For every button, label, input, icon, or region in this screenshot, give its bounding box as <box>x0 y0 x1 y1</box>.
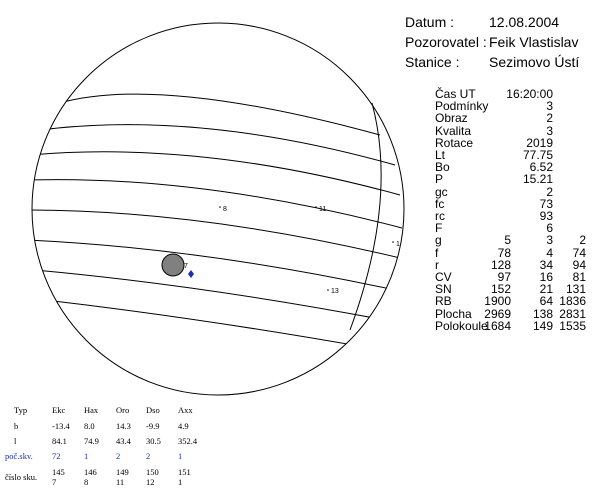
table-cell: 14.3 <box>116 421 131 431</box>
table-cell: -13.4 <box>52 421 70 431</box>
table-cell: -9.9 <box>146 421 160 431</box>
table-cell: 149 <box>116 467 129 477</box>
table-cell: 84.1 <box>52 436 67 446</box>
edge-dot <box>392 241 394 243</box>
solar-disk-outline <box>31 22 405 396</box>
observer-label: Pozorovatel : <box>405 34 487 50</box>
edge-marker-label: 1 <box>396 241 400 248</box>
table-row-label: poč.skv. <box>5 451 33 461</box>
table-cell: 8 <box>84 477 89 487</box>
table-header: Dso <box>146 405 160 415</box>
table-header: Oro <box>116 405 130 415</box>
station-label: Stanice : <box>405 54 460 70</box>
table-header: Axx <box>178 405 193 415</box>
table-cell: 4.9 <box>178 421 189 431</box>
table-cell: 2 <box>116 451 121 461</box>
table-cell: 352.4 <box>178 436 198 446</box>
table-cell: 151 <box>178 467 191 477</box>
table-cell: 2 <box>146 451 151 461</box>
group-label: 7 <box>184 263 188 270</box>
group-dot <box>315 206 317 208</box>
table-row-label: číslo sku. <box>5 472 38 482</box>
station-value: Sezimovo Ústí <box>489 54 580 70</box>
table-row-label: l <box>14 436 17 446</box>
observer-value: Feik Vlastislav <box>489 34 579 50</box>
table-cell: 12 <box>146 477 155 487</box>
group-dot <box>219 206 221 208</box>
table-cell: 30.5 <box>146 436 161 446</box>
group-label: 13 <box>331 288 339 295</box>
group-label: 8 <box>223 206 227 213</box>
table-header: Typ <box>14 405 28 415</box>
table-cell: 43.4 <box>116 436 131 446</box>
date-label: Datum : <box>405 14 455 30</box>
sunspot-umbra <box>161 253 185 277</box>
group-dot <box>327 289 329 291</box>
table-cell: 7 <box>52 477 57 487</box>
table-cell: 11 <box>116 477 125 487</box>
table-cell: 146 <box>84 467 97 477</box>
table-cell: 8.0 <box>84 421 95 431</box>
table-cell: 74.9 <box>84 436 99 446</box>
date-value: 12.08.2004 <box>489 14 560 30</box>
table-cell: 1 <box>178 451 183 461</box>
stat-value: 1535 <box>559 318 586 333</box>
table-header: Hax <box>84 405 99 415</box>
table-cell: 1 <box>84 451 89 461</box>
table-row-label: b <box>14 421 19 431</box>
table-cell: 72 <box>52 451 61 461</box>
table-cell: 1 <box>178 477 183 487</box>
table-cell: 145 <box>52 467 65 477</box>
table-header: Ekc <box>52 405 66 415</box>
group-label: 11 <box>319 206 326 213</box>
table-cell: 150 <box>146 467 159 477</box>
